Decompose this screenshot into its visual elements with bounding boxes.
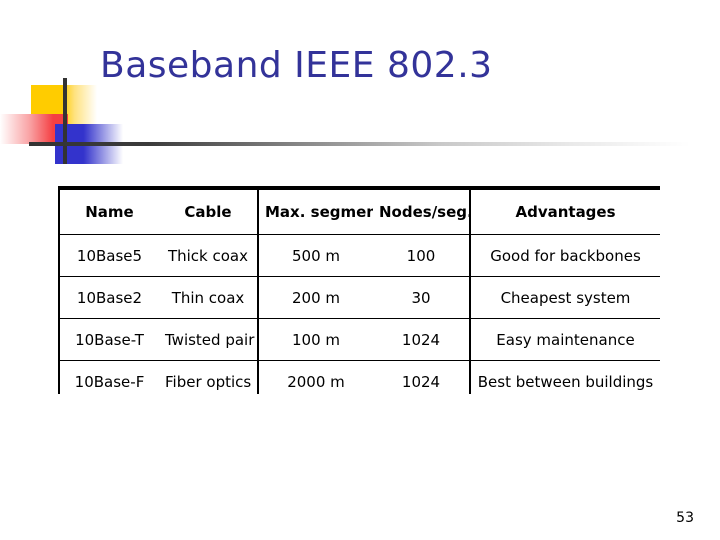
cell-max-segment: 500 m bbox=[258, 234, 373, 277]
cell-max-segment: 100 m bbox=[258, 318, 373, 361]
ieee-802-3-table: Name Cable Max. segment Nodes/seg. Advan… bbox=[58, 186, 660, 394]
cell-name: 10Base-F bbox=[59, 360, 159, 394]
decor-square-yellow bbox=[31, 85, 97, 125]
decor-vertical-rule bbox=[63, 78, 67, 164]
decor-square-blue bbox=[55, 124, 123, 164]
decor-square-red bbox=[0, 114, 68, 144]
column-header-advantages: Advantages bbox=[470, 186, 660, 235]
cell-max-segment: 2000 m bbox=[258, 360, 373, 394]
cell-max-segment: 200 m bbox=[258, 276, 373, 319]
column-header-nodes-per-seg: Nodes/seg. bbox=[373, 186, 471, 235]
cell-advantages: Good for backbones bbox=[470, 234, 660, 277]
cell-advantages: Best between buildings bbox=[470, 360, 660, 394]
page-number: 53 bbox=[676, 510, 694, 526]
cell-nodes-per-seg: 30 bbox=[373, 276, 471, 319]
cell-nodes-per-seg: 1024 bbox=[373, 360, 471, 394]
page-title: Baseband IEEE 802.3 bbox=[100, 45, 493, 86]
table-row: 10Base5 Thick coax 500 m 100 Good for ba… bbox=[59, 234, 660, 277]
slide: Baseband IEEE 802.3 Name Cable Max. segm… bbox=[0, 0, 720, 540]
table-image-container: Name Cable Max. segment Nodes/seg. Advan… bbox=[58, 186, 660, 394]
cell-cable: Fiber optics bbox=[159, 360, 259, 394]
cell-cable: Thin coax bbox=[159, 276, 259, 319]
column-header-name: Name bbox=[59, 186, 159, 235]
cell-nodes-per-seg: 100 bbox=[373, 234, 471, 277]
table-row: 10Base-T Twisted pair 100 m 1024 Easy ma… bbox=[59, 318, 660, 361]
table-header-row: Name Cable Max. segment Nodes/seg. Advan… bbox=[59, 186, 660, 235]
cell-advantages: Cheapest system bbox=[470, 276, 660, 319]
cell-advantages: Easy maintenance bbox=[470, 318, 660, 361]
cell-name: 10Base5 bbox=[59, 234, 159, 277]
column-header-cable: Cable bbox=[159, 186, 259, 235]
cell-cable: Twisted pair bbox=[159, 318, 259, 361]
cell-name: 10Base2 bbox=[59, 276, 159, 319]
table-row: 10Base2 Thin coax 200 m 30 Cheapest syst… bbox=[59, 276, 660, 319]
column-header-max-segment: Max. segment bbox=[258, 186, 373, 235]
table-row: 10Base-F Fiber optics 2000 m 1024 Best b… bbox=[59, 360, 660, 394]
cell-cable: Thick coax bbox=[159, 234, 259, 277]
cell-nodes-per-seg: 1024 bbox=[373, 318, 471, 361]
cell-name: 10Base-T bbox=[59, 318, 159, 361]
decor-horizontal-rule bbox=[29, 142, 690, 146]
